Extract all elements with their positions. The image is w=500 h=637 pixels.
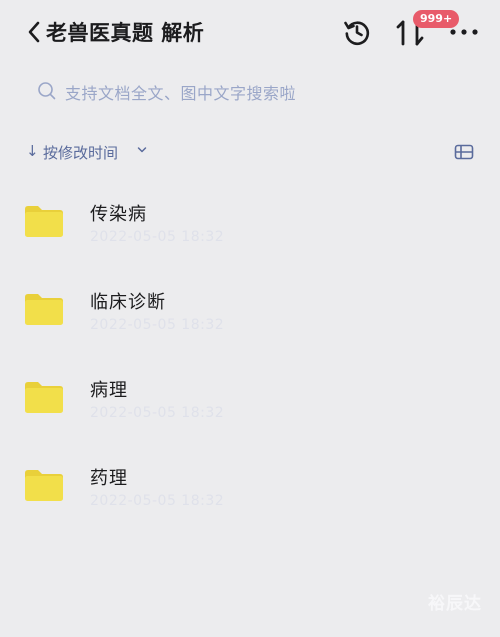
top-bar: 老兽医真题 解析 999+	[0, 0, 500, 64]
more-icon[interactable]	[448, 22, 480, 42]
sort-arrow-icon: ↓	[26, 142, 39, 160]
view-toggle-icon[interactable]	[454, 143, 474, 161]
folder-name: 传染病	[90, 204, 147, 225]
back-icon[interactable]	[24, 18, 46, 46]
folder-name: 临床诊断	[90, 292, 166, 313]
search-input[interactable]: 支持文档全文、图中文字搜索啦	[30, 78, 470, 106]
sort-label: 按修改时间	[43, 144, 119, 162]
folder-item[interactable]: 病理 2022-05-05 18:32	[0, 376, 500, 456]
folder-date: 2022-05-05 18:32	[90, 229, 225, 245]
folder-item[interactable]: 药理 2022-05-05 18:32	[0, 464, 500, 544]
history-icon[interactable]	[343, 18, 371, 46]
folder-name: 病理	[90, 380, 128, 401]
folder-item[interactable]: 传染病 2022-05-05 18:32	[0, 200, 500, 280]
search-icon	[38, 82, 56, 100]
folder-item[interactable]: 临床诊断 2022-05-05 18:32	[0, 288, 500, 368]
search-placeholder: 支持文档全文、图中文字搜索啦	[65, 84, 297, 103]
watermark: 裕辰达	[428, 594, 482, 614]
folder-icon	[25, 294, 63, 325]
folder-icon	[25, 382, 63, 413]
folder-icon	[25, 206, 63, 237]
folder-date: 2022-05-05 18:32	[90, 493, 225, 509]
folder-name: 药理	[90, 468, 128, 489]
folder-date: 2022-05-05 18:32	[90, 317, 225, 333]
folder-date: 2022-05-05 18:32	[90, 405, 225, 421]
sort-selector[interactable]: ↓ 按修改时间	[26, 140, 166, 164]
folder-icon	[25, 470, 63, 501]
page-title: 老兽医真题 解析	[46, 21, 205, 45]
chevron-down-icon	[137, 147, 147, 153]
